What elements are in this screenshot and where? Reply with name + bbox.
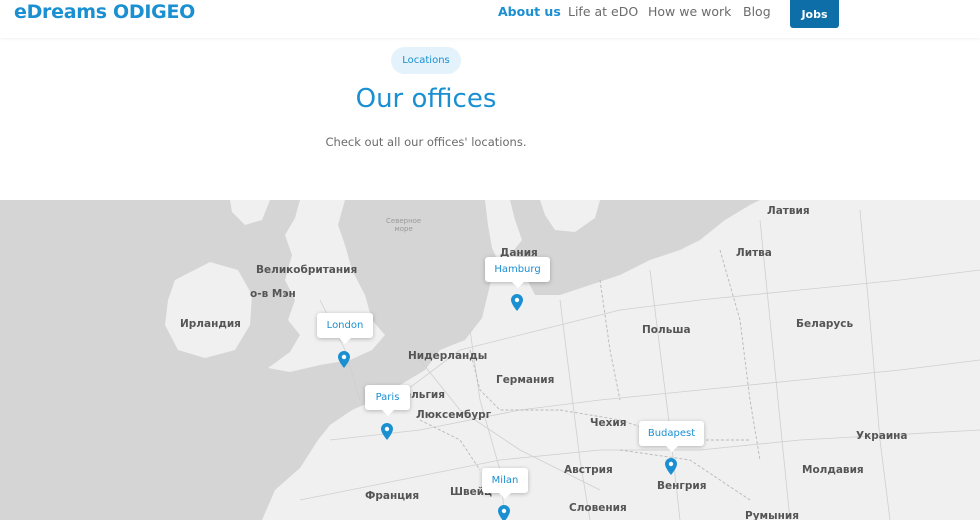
label-great-britain: Великобритания bbox=[256, 264, 358, 276]
label-austria: Австрия bbox=[564, 464, 613, 476]
hero-section: Locations Our offices Check out all our … bbox=[0, 38, 980, 200]
label-czechia: Чехия bbox=[590, 417, 627, 429]
office-tooltip-milan[interactable]: Milan bbox=[482, 468, 528, 499]
map-pin-icon[interactable] bbox=[338, 351, 350, 368]
locations-badge: Locations bbox=[391, 47, 461, 74]
map-pin-icon[interactable] bbox=[498, 505, 510, 520]
page-subtitle: Check out all our offices' locations. bbox=[325, 135, 527, 149]
office-tooltip-budapest[interactable]: Budapest bbox=[639, 421, 704, 452]
label-poland: Польша bbox=[642, 324, 691, 336]
label-hungary: Венгрия bbox=[657, 480, 707, 492]
map-pin-icon[interactable] bbox=[381, 423, 393, 440]
page-title: Our offices bbox=[355, 84, 497, 114]
label-slovenia: Словения bbox=[569, 502, 627, 514]
map-pin-icon[interactable] bbox=[511, 294, 523, 311]
label-romania: Румыния bbox=[745, 510, 799, 520]
site-header: eDreams ODIGEO About us Life at eDO How … bbox=[0, 0, 980, 38]
label-germany: Германия bbox=[496, 374, 555, 386]
label-lithuania: Литва bbox=[736, 247, 772, 259]
office-tooltip-hamburg[interactable]: Hamburg bbox=[485, 257, 550, 288]
label-ukraine: Украина bbox=[856, 430, 908, 442]
label-latvia: Латвия bbox=[767, 205, 810, 217]
office-tooltip-paris[interactable]: Paris bbox=[365, 385, 410, 416]
label-moldova: Молдавия bbox=[802, 464, 864, 476]
office-tooltip-london[interactable]: London bbox=[317, 313, 373, 344]
offices-map[interactable]: Северное море Латвия Литва Дания Великобр… bbox=[0, 200, 980, 520]
label-belarus: Беларусь bbox=[796, 318, 854, 330]
nav-life-at-edo[interactable]: Life at eDO bbox=[568, 4, 638, 19]
label-belgium: ельгия bbox=[404, 389, 446, 401]
logo[interactable]: eDreams ODIGEO bbox=[14, 1, 195, 23]
nav-about-us[interactable]: About us bbox=[498, 4, 561, 19]
label-netherlands: Нидерланды bbox=[408, 350, 488, 362]
sea-label: Северное море bbox=[386, 217, 422, 233]
jobs-button[interactable]: Jobs bbox=[790, 0, 839, 28]
nav-blog[interactable]: Blog bbox=[743, 4, 771, 19]
label-france: Франция bbox=[365, 490, 420, 502]
label-luxembourg: Люксембург bbox=[416, 409, 492, 421]
label-isle-of-man: о-в Мэн bbox=[250, 288, 296, 300]
map-pin-icon[interactable] bbox=[665, 458, 677, 475]
label-ireland: Ирландия bbox=[180, 318, 241, 330]
nav-how-we-work[interactable]: How we work bbox=[648, 4, 731, 19]
